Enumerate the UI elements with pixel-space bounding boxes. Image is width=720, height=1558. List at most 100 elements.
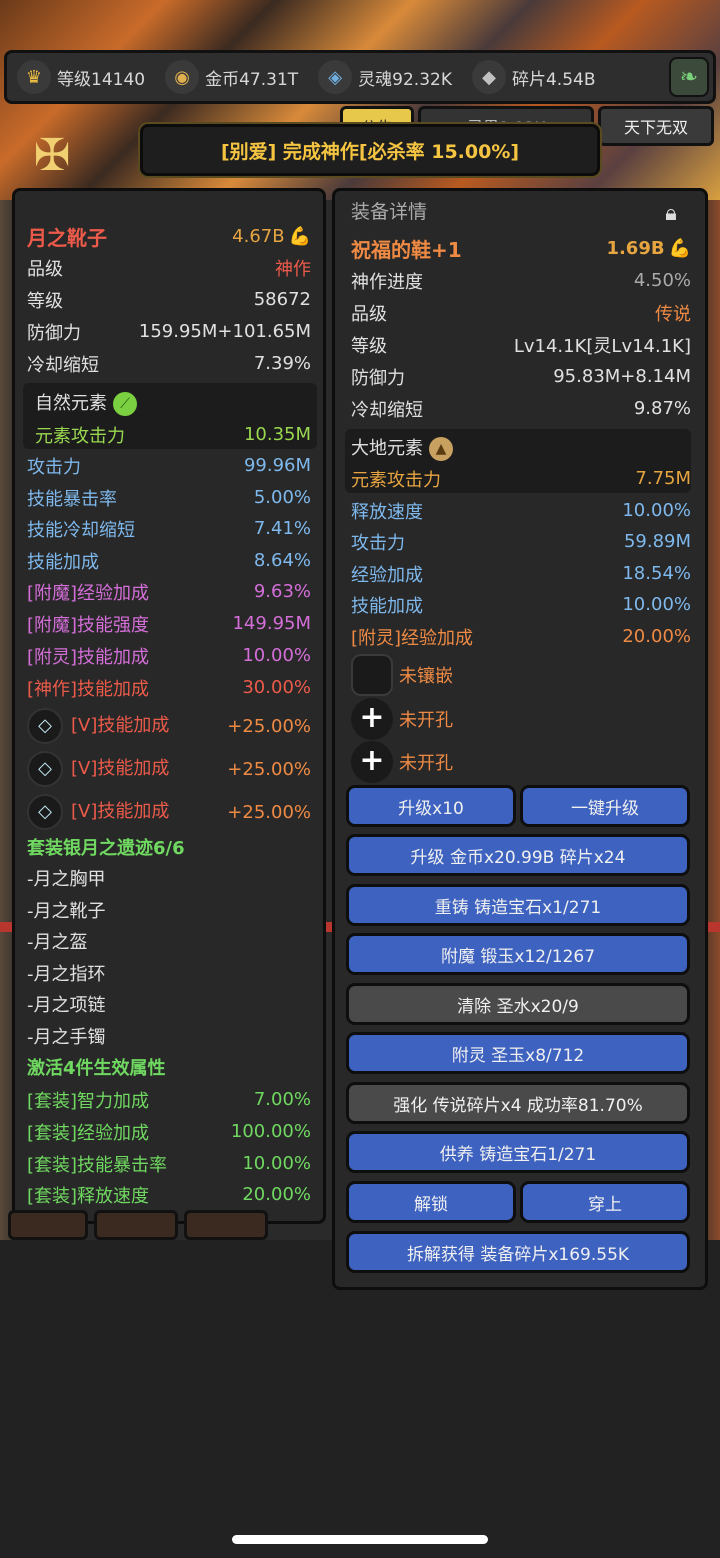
unlock-button[interactable]: 解锁: [346, 1181, 516, 1223]
socket-label: 未开孔: [399, 710, 453, 731]
inventory-slot-tab[interactable]: [184, 1210, 268, 1240]
element-title-text: 大地元素: [351, 438, 423, 459]
socket-row[interactable]: + 未开孔: [335, 696, 705, 742]
set-item-row: -月之胸甲: [15, 862, 323, 893]
stat-row: 冷却缩短 9.87%: [335, 393, 705, 424]
socket-label: 未开孔: [399, 753, 453, 774]
empty-socket-icon: [351, 654, 393, 696]
set-item: -月之手镯: [27, 1026, 106, 1048]
set-item: -月之盔: [27, 931, 88, 953]
stat-value: 10.00%: [622, 500, 691, 521]
spirit-attach-button[interactable]: 附灵 圣玉x8/712: [346, 1032, 690, 1074]
element-attack-row: 元素攻击力 7.75M: [335, 463, 705, 494]
button-label: 拆解获得 装备碎片x169.55K: [406, 1244, 630, 1265]
soul-resource: ◈ 灵魂92.32K: [308, 53, 462, 101]
set-item: -月之胸甲: [27, 868, 106, 890]
clear-button[interactable]: 清除 圣水x20/9: [346, 983, 690, 1025]
stat-value: 10.35M: [243, 424, 311, 445]
gem-row: ◇ [V]技能加成 +25.00%: [15, 791, 323, 833]
enchant-button[interactable]: 附魔 锻玉x12/1267: [346, 933, 690, 975]
strengthen-button[interactable]: 强化 传说碎片x4 成功率81.70%: [346, 1082, 690, 1124]
gem-row: ◇ [V]技能加成 +25.00%: [15, 748, 323, 790]
nurture-button[interactable]: 供养 铸造宝石1/271: [346, 1131, 690, 1173]
socket-row[interactable]: 未镶嵌: [335, 652, 705, 698]
crown-icon: ♛: [17, 60, 51, 94]
lock-icon[interactable]: 🔒︎: [651, 195, 691, 231]
soul-icon: ◈: [318, 60, 353, 94]
stat-row: 技能冷却缩短 7.41%: [15, 513, 323, 544]
compare-item-panel: 月之靴子 4.67B 💪 品级 神作 等级 58672 防御力 159.95M+1…: [12, 188, 326, 1224]
stat-row: [附魔]技能强度 149.95M: [15, 608, 323, 639]
stat-value: 9.63%: [253, 581, 311, 602]
item-title-row: 月之靴子 4.67B 💪: [15, 221, 323, 252]
button-label: 强化 传说碎片x4 成功率81.70%: [393, 1095, 643, 1116]
inventory-slot-tab[interactable]: [94, 1210, 178, 1240]
upgrade-x10-button[interactable]: 升级x10: [346, 785, 516, 827]
home-indicator[interactable]: [232, 1535, 488, 1544]
stat-row: [附魔]经验加成 9.63%: [15, 576, 323, 607]
gem-row: ◇ [V]技能加成 +25.00%: [15, 705, 323, 747]
detail-header-row: 装备详情: [335, 195, 705, 226]
activate-title: 激活4件生效属性: [27, 1057, 166, 1079]
stat-value: 100.00%: [230, 1121, 311, 1142]
stat-value: 20.00%: [622, 626, 691, 647]
recast-button[interactable]: 重铸 铸造宝石x1/271: [346, 884, 690, 926]
stat-label: [套装]经验加成: [27, 1122, 150, 1144]
soul-text: 灵魂92.32K: [358, 69, 452, 90]
resource-bar: ♛ 等级14140 ◉ 金币47.31T ◈ 灵魂92.32K ◆ 碎片4.54…: [4, 50, 716, 104]
stat-value: 20.00%: [242, 1184, 311, 1205]
set-item-row: -月之手镯: [15, 1020, 323, 1051]
set-item: -月之项链: [27, 994, 106, 1016]
diamond-icon: ◇: [27, 751, 63, 787]
button-label: 升级x10: [398, 798, 464, 819]
dismantle-button[interactable]: 拆解获得 装备碎片x169.55K: [346, 1231, 690, 1273]
stat-label: 攻击力: [27, 456, 81, 478]
one-click-upgrade-button[interactable]: 一键升级: [520, 785, 690, 827]
stat-value: 5.00%: [253, 487, 311, 508]
socket-label: 未镶嵌: [399, 666, 453, 687]
socket-row[interactable]: + 未开孔: [335, 739, 705, 785]
stat-label: 品级: [27, 258, 63, 280]
stat-row: 防御力 95.83M+8.14M: [335, 361, 705, 392]
equip-button[interactable]: 穿上: [520, 1181, 690, 1223]
earth-element-icon: ▲: [429, 437, 453, 461]
stat-row: 神作进度 4.50%: [335, 265, 705, 296]
fragment-text: 碎片4.54B: [511, 69, 596, 90]
gold-text: 金币47.31T: [205, 69, 299, 90]
stat-label: 神作进度: [351, 271, 423, 293]
stat-value: 59.89M: [623, 531, 691, 552]
stat-label: 经验加成: [351, 564, 423, 586]
stat-label: [附灵]经验加成: [351, 627, 474, 649]
stat-label: 攻击力: [351, 532, 405, 554]
set-title-row: 套装银月之遗迹6/6: [15, 831, 323, 862]
stat-label: [附魔]技能强度: [27, 614, 150, 636]
leaf-menu-button[interactable]: ❧: [669, 57, 709, 97]
inventory-slot-tab[interactable]: [8, 1210, 88, 1240]
level-resource: ♛ 等级14140: [7, 53, 155, 101]
diamond-icon: ◇: [27, 708, 63, 744]
stat-value: 99.96M: [243, 455, 311, 476]
diamond-icon: ◇: [27, 794, 63, 830]
item-power: 4.67B 💪: [232, 226, 311, 247]
stat-label: 释放速度: [351, 501, 423, 523]
stat-row: 释放速度 10.00%: [335, 495, 705, 526]
peerless-tab[interactable]: 天下无双: [598, 106, 714, 146]
stat-row: 技能加成 10.00%: [335, 589, 705, 620]
set-bonus-row: [套装]智力加成 7.00%: [15, 1084, 323, 1115]
stat-label: 技能冷却缩短: [27, 519, 135, 541]
plus-icon: +: [351, 698, 393, 740]
stat-row: [附灵]经验加成 20.00%: [335, 621, 705, 652]
stat-row: 防御力 159.95M+101.65M: [15, 316, 323, 347]
stat-row: 经验加成 18.54%: [335, 558, 705, 589]
fragment-resource: ◆ 碎片4.54B: [462, 53, 606, 101]
stat-value: 95.83M+8.14M: [553, 366, 691, 387]
button-label: 穿上: [588, 1194, 622, 1215]
stat-row: [附灵]技能加成 10.00%: [15, 640, 323, 671]
stat-label: 冷却缩短: [27, 354, 99, 376]
stat-value: 传说: [655, 303, 691, 325]
item-name: 月之靴子: [27, 226, 107, 250]
stat-value: 9.87%: [633, 398, 691, 419]
upgrade-button[interactable]: 升级 金币x20.99B 碎片x24: [346, 834, 690, 876]
gem-value: +25.00%: [227, 801, 311, 823]
set-title: 套装银月之遗迹6/6: [27, 837, 185, 859]
